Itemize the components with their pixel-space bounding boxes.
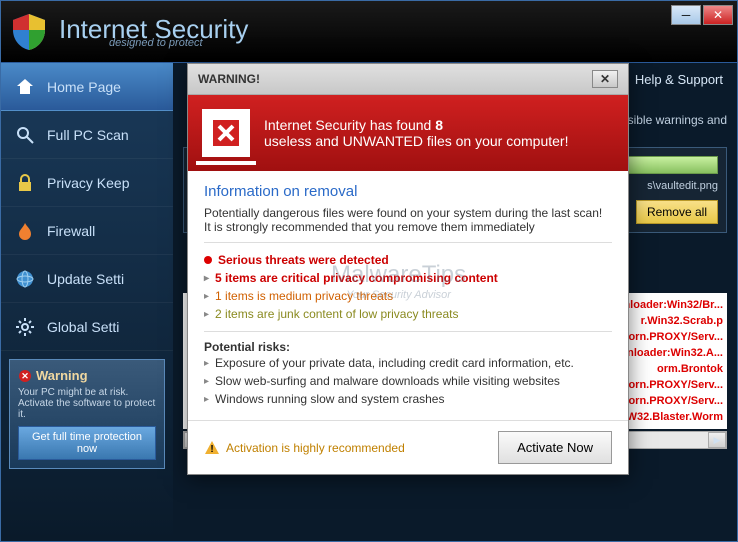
dialog-banner: Internet Security has found 8 useless an… bbox=[188, 95, 628, 171]
activate-now-button[interactable]: Activate Now bbox=[498, 431, 612, 464]
warning-title: ✕ Warning bbox=[18, 368, 156, 383]
risk-2: ▸Slow web-surfing and malware downloads … bbox=[204, 372, 612, 390]
sidebar-item-privacy[interactable]: Privacy Keep bbox=[1, 159, 173, 207]
sidebar-item-label: Global Setti bbox=[47, 319, 119, 335]
info-text-1: Potentially dangerous files were found o… bbox=[204, 206, 612, 220]
warning-dialog: WARNING! ✕ Internet Security has found 8… bbox=[187, 63, 629, 475]
help-label: Help & Support bbox=[635, 72, 723, 87]
dialog-close-button[interactable]: ✕ bbox=[592, 70, 618, 88]
sidebar-item-label: Home Page bbox=[47, 79, 121, 95]
warning-text: Your PC might be at risk. Activate the s… bbox=[18, 387, 156, 420]
banner-text: Internet Security has found 8 useless an… bbox=[264, 117, 568, 149]
titlebar: Internet Security designed to protect ─ … bbox=[1, 1, 737, 63]
monitor-error-icon bbox=[202, 109, 250, 157]
sidebar-item-scan[interactable]: Full PC Scan bbox=[1, 111, 173, 159]
dialog-title: WARNING! bbox=[198, 72, 260, 86]
help-support-link[interactable]: ? Help & Support bbox=[613, 71, 723, 87]
sidebar-item-update[interactable]: Update Setti bbox=[1, 255, 173, 303]
dialog-footer: ! Activation is highly recommended Activ… bbox=[188, 420, 628, 474]
lock-icon bbox=[13, 171, 37, 195]
activation-text: ! Activation is highly recommended bbox=[204, 440, 405, 456]
flame-icon bbox=[13, 219, 37, 243]
sidebar: Home Page Full PC Scan Privacy Keep Fire… bbox=[1, 63, 173, 541]
threat-summary: Serious threats were detected ▸5 items a… bbox=[204, 242, 612, 332]
gear-icon bbox=[13, 315, 37, 339]
shield-icon bbox=[11, 12, 47, 52]
sidebar-item-label: Full PC Scan bbox=[47, 127, 129, 143]
get-protection-button[interactable]: Get full time protection now bbox=[18, 426, 156, 460]
serious-line: Serious threats were detected bbox=[204, 251, 612, 269]
close-button[interactable]: ✕ bbox=[703, 5, 733, 25]
scroll-right-button[interactable]: ▶ bbox=[708, 432, 726, 448]
sidebar-item-label: Firewall bbox=[47, 223, 95, 239]
sidebar-item-firewall[interactable]: Firewall bbox=[1, 207, 173, 255]
minimize-button[interactable]: ─ bbox=[671, 5, 701, 25]
sidebar-item-label: Update Setti bbox=[47, 271, 124, 287]
error-icon: ✕ bbox=[18, 369, 32, 383]
dialog-body: Information on removal Potentially dange… bbox=[188, 171, 628, 420]
sidebar-item-global[interactable]: Global Setti bbox=[1, 303, 173, 351]
search-icon bbox=[13, 123, 37, 147]
risk-1: ▸Exposure of your private data, includin… bbox=[204, 354, 612, 372]
risk-3: ▸Windows running slow and system crashes bbox=[204, 390, 612, 408]
info-heading: Information on removal bbox=[204, 183, 612, 200]
medium-line: ▸1 items is medium privacy threats bbox=[204, 287, 612, 305]
warning-triangle-icon: ! bbox=[204, 440, 220, 456]
warning-box: ✕ Warning Your PC might be at risk. Acti… bbox=[9, 359, 165, 469]
sidebar-item-label: Privacy Keep bbox=[47, 175, 129, 191]
app-window: Internet Security designed to protect ─ … bbox=[0, 0, 738, 542]
home-icon bbox=[13, 75, 37, 99]
threat-name: orm.Brontok bbox=[657, 363, 723, 375]
sidebar-item-home[interactable]: Home Page bbox=[1, 63, 173, 111]
svg-text:!: ! bbox=[210, 444, 213, 455]
info-text-2: It is strongly recommended that you remo… bbox=[204, 220, 612, 234]
low-line: ▸2 items are junk content of low privacy… bbox=[204, 305, 612, 323]
critical-line: ▸5 items are critical privacy compromisi… bbox=[204, 269, 612, 287]
svg-text:✕: ✕ bbox=[21, 371, 29, 381]
threat-name: r.Win32.Scrab.p bbox=[641, 315, 723, 327]
warning-title-text: Warning bbox=[36, 368, 88, 383]
globe-icon bbox=[13, 267, 37, 291]
dialog-titlebar: WARNING! ✕ bbox=[188, 64, 628, 95]
remove-all-button[interactable]: Remove all bbox=[636, 200, 718, 224]
risks-heading: Potential risks: bbox=[204, 340, 612, 354]
